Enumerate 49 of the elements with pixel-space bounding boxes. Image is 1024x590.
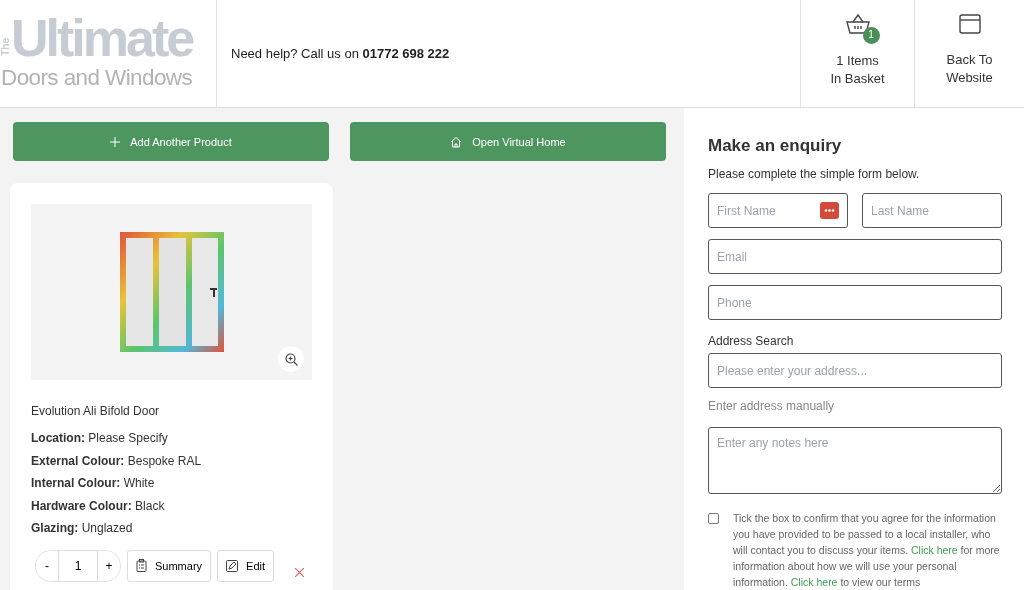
consent-checkbox[interactable] [708, 513, 719, 524]
click-here-link[interactable]: Click here [790, 576, 838, 588]
basket-count-badge: 1 [862, 26, 880, 44]
spec-value: Black [135, 498, 165, 513]
manual-address-link[interactable]: Enter address manually [708, 399, 1002, 413]
spec-label: External Colour: [31, 453, 125, 468]
basket-button[interactable]: 1 1 Items In Basket [800, 0, 914, 107]
edit-button[interactable]: Edit [217, 549, 275, 582]
remove-button[interactable] [295, 568, 304, 577]
home-icon [450, 135, 463, 148]
browser-window-icon [957, 12, 982, 35]
last-name-field[interactable]: Last Name [862, 193, 1002, 228]
plus-icon [110, 136, 121, 147]
enquiry-title: Make an enquiry [708, 136, 843, 156]
enquiry-subtitle: Please complete the simple form below. [708, 167, 921, 181]
summary-button[interactable]: Summary [127, 549, 212, 582]
spec-label: Glazing: [31, 521, 79, 535]
notes-field[interactable]: Enter any notes here [708, 427, 1002, 494]
clipboard-icon [136, 559, 147, 572]
logo-text: Doors and Windows [1, 64, 194, 91]
logo-text: The [1, 36, 11, 57]
password-manager-icon[interactable] [820, 202, 839, 219]
quantity-stepper[interactable]: - 1 + [35, 549, 121, 582]
edit-icon [226, 559, 239, 572]
click-here-link[interactable]: Click here [911, 544, 958, 556]
spec-value: Bespoke RAL [127, 453, 202, 468]
close-icon [295, 568, 304, 577]
basket-icon [844, 11, 871, 36]
first-name-field[interactable]: First Name [708, 193, 848, 228]
email-field[interactable]: Email [708, 239, 1002, 274]
quantity-input[interactable]: 1 [58, 550, 98, 581]
zoom-in-icon [284, 352, 298, 366]
spec-label: Location: [31, 431, 85, 445]
virtual-home-button[interactable]: Open Virtual Home [350, 122, 666, 161]
address-label: Address Search [708, 334, 795, 348]
zoom-in-button[interactable] [278, 346, 304, 372]
spec-label: Hardware Colour: [31, 498, 132, 513]
spec-label: Internal Colour: [31, 476, 121, 490]
consent-text: Tick the box to confirm that you agree for the information you have provided to be passed to a local installer, who will contact you to discuss your items. Click here for more information about how we will use your personal information. Click here to view our terms [733, 511, 1001, 590]
spec-value: White [123, 476, 155, 490]
add-product-button[interactable]: Add Another Product [13, 122, 329, 161]
phone-field[interactable]: Phone [708, 285, 1002, 320]
spec-value: Please Specify [88, 431, 168, 445]
help-text: Need help? Call us on 01772 698 222 [231, 46, 450, 61]
back-to-website-button[interactable]: Back To Website [914, 0, 1024, 107]
product-name: Evolution Ali Bifold Door [31, 404, 161, 418]
spec-value: Unglazed [81, 521, 133, 535]
logo-text: Ultimate [11, 16, 193, 61]
address-search-field[interactable]: Please enter your address... [708, 353, 1002, 388]
